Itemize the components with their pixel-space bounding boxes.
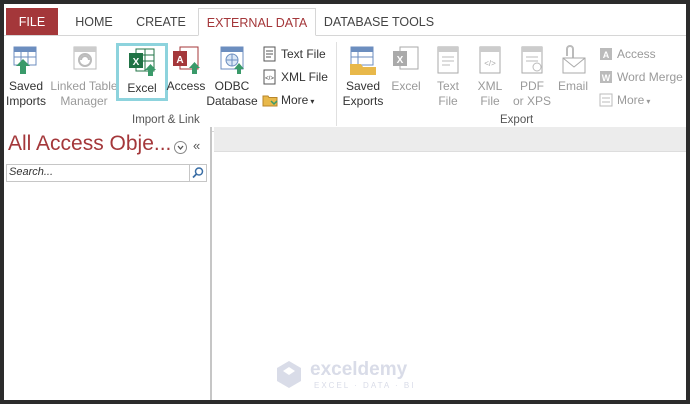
nav-pane-title[interactable]: All Access Obje... bbox=[8, 132, 171, 156]
ribbon-tab-bar: FILE HOME CREATE EXTERNAL DATA DATABASE … bbox=[4, 4, 686, 36]
export-access-button[interactable]: A Access bbox=[598, 45, 656, 63]
watermark-tagline: EXCEL · DATA · BI bbox=[314, 381, 416, 390]
odbc-label-1: ODBC bbox=[214, 79, 250, 93]
svg-text:A: A bbox=[603, 50, 610, 60]
tab-database-tools[interactable]: DATABASE TOOLS bbox=[322, 8, 436, 36]
export-excel-label: Excel bbox=[391, 79, 421, 93]
export-pdf-xps-button[interactable]: PDF or XPS bbox=[512, 44, 552, 109]
nav-search-placeholder: Search... bbox=[9, 166, 54, 178]
import-xml-file-label: XML File bbox=[281, 70, 328, 84]
export-access-icon: A bbox=[598, 46, 614, 62]
export-excel-icon: X bbox=[390, 44, 422, 76]
export-pdf-xps-label-2: or XPS bbox=[512, 94, 551, 108]
export-pdf-xps-label-1: PDF bbox=[520, 79, 544, 93]
exceldemy-logo-icon bbox=[277, 361, 301, 388]
ribbon-panel: Saved Imports Linked Table Manager X Exc… bbox=[4, 35, 686, 132]
linked-table-manager-button[interactable]: Linked Table Manager bbox=[48, 44, 120, 109]
export-email-button[interactable]: Email bbox=[554, 44, 592, 94]
import-xml-file-button[interactable]: </> XML File bbox=[262, 68, 328, 86]
linked-table-manager-label-1: Linked Table bbox=[50, 79, 118, 93]
import-link-group-label: Import & Link bbox=[132, 114, 200, 126]
email-icon bbox=[557, 44, 589, 76]
export-word-merge-label: Word Merge bbox=[617, 70, 683, 84]
linked-table-manager-icon bbox=[68, 44, 100, 76]
export-email-label: Email bbox=[557, 79, 588, 93]
import-more-button[interactable]: More ▾ bbox=[262, 91, 314, 109]
saved-imports-icon bbox=[10, 44, 42, 76]
saved-imports-label-2: Imports bbox=[5, 94, 46, 108]
saved-exports-button[interactable]: Saved Exports bbox=[340, 44, 386, 109]
svg-text:A: A bbox=[176, 55, 183, 66]
export-word-merge-button[interactable]: W Word Merge bbox=[598, 68, 683, 86]
import-more-label: More bbox=[281, 93, 309, 107]
pdf-xps-icon bbox=[516, 44, 548, 76]
export-text-file-label-2: File bbox=[438, 94, 458, 108]
export-text-file-label-1: Text bbox=[436, 79, 459, 93]
saved-imports-button[interactable]: Saved Imports bbox=[4, 44, 48, 109]
import-excel-button[interactable]: X Excel bbox=[120, 46, 164, 96]
access-window: FILE HOME CREATE EXTERNAL DATA DATABASE … bbox=[4, 4, 686, 400]
export-xml-file-button[interactable]: </> XML File bbox=[472, 44, 508, 109]
export-more-label: More bbox=[617, 93, 645, 107]
import-access-button[interactable]: A Access bbox=[166, 44, 206, 94]
svg-text:X: X bbox=[397, 55, 404, 66]
workspace-tab-strip bbox=[214, 127, 686, 152]
svg-text:X: X bbox=[133, 57, 140, 68]
export-xml-file-label-1: XML bbox=[477, 79, 503, 93]
export-more-icon bbox=[598, 92, 614, 108]
export-more-dropdown-icon: ▾ bbox=[646, 97, 651, 106]
saved-imports-label-1: Saved bbox=[8, 79, 44, 93]
word-merge-icon: W bbox=[598, 69, 614, 85]
odbc-database-button[interactable]: ODBC Database bbox=[206, 44, 258, 109]
import-more-dropdown-icon: ▾ bbox=[310, 97, 315, 106]
svg-text:</>: </> bbox=[265, 76, 274, 82]
export-xml-file-label-2: File bbox=[480, 94, 500, 108]
tab-external-data[interactable]: EXTERNAL DATA bbox=[198, 8, 316, 36]
more-folder-icon bbox=[262, 92, 278, 108]
group-separator bbox=[336, 42, 337, 126]
export-access-label: Access bbox=[617, 47, 656, 61]
saved-exports-label-1: Saved bbox=[345, 79, 381, 93]
svg-text:W: W bbox=[602, 73, 611, 83]
navigation-pane: All Access Obje... « Search... bbox=[4, 127, 212, 400]
search-icon[interactable] bbox=[189, 165, 206, 181]
export-text-file-icon bbox=[432, 44, 464, 76]
odbc-database-icon bbox=[216, 44, 248, 76]
nav-pane-menu-icon[interactable] bbox=[174, 141, 187, 154]
import-text-file-label: Text File bbox=[281, 47, 326, 61]
nav-search-input[interactable]: Search... bbox=[6, 164, 207, 182]
import-excel-label: Excel bbox=[127, 81, 157, 95]
watermark-brand: exceldemy bbox=[310, 359, 408, 380]
linked-table-manager-label-2: Manager bbox=[60, 94, 108, 108]
xml-file-icon: </> bbox=[262, 69, 278, 85]
saved-exports-icon bbox=[347, 44, 379, 76]
export-text-file-button[interactable]: Text File bbox=[430, 44, 466, 109]
export-more-button[interactable]: More ▾ bbox=[598, 91, 650, 109]
tab-home[interactable]: HOME bbox=[66, 8, 122, 36]
tab-file[interactable]: FILE bbox=[6, 8, 58, 36]
access-icon: A bbox=[170, 44, 202, 76]
export-group-label: Export bbox=[500, 114, 534, 126]
odbc-label-2: Database bbox=[206, 94, 258, 108]
svg-text:</>: </> bbox=[484, 59, 496, 68]
nav-pane-collapse-icon[interactable]: « bbox=[193, 138, 200, 153]
export-xml-file-icon: </> bbox=[474, 44, 506, 76]
saved-exports-label-2: Exports bbox=[342, 94, 384, 108]
import-access-label: Access bbox=[166, 79, 206, 93]
export-excel-button[interactable]: X Excel bbox=[388, 44, 424, 94]
tab-create[interactable]: CREATE bbox=[128, 8, 194, 36]
text-file-icon bbox=[262, 46, 278, 62]
import-text-file-button[interactable]: Text File bbox=[262, 45, 326, 63]
excel-icon: X bbox=[126, 46, 158, 78]
